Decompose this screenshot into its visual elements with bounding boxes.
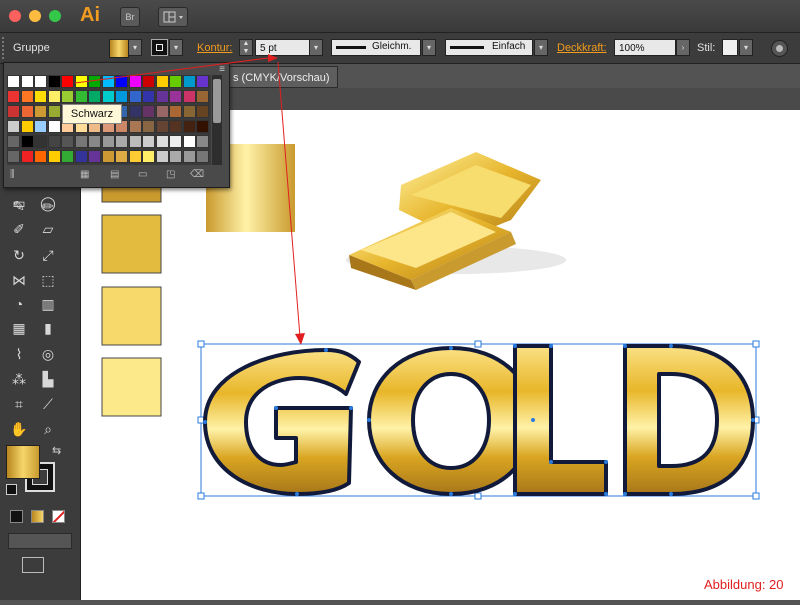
figure-label: Abbildung: 20 xyxy=(704,577,784,592)
annotation-arrow xyxy=(74,54,305,345)
